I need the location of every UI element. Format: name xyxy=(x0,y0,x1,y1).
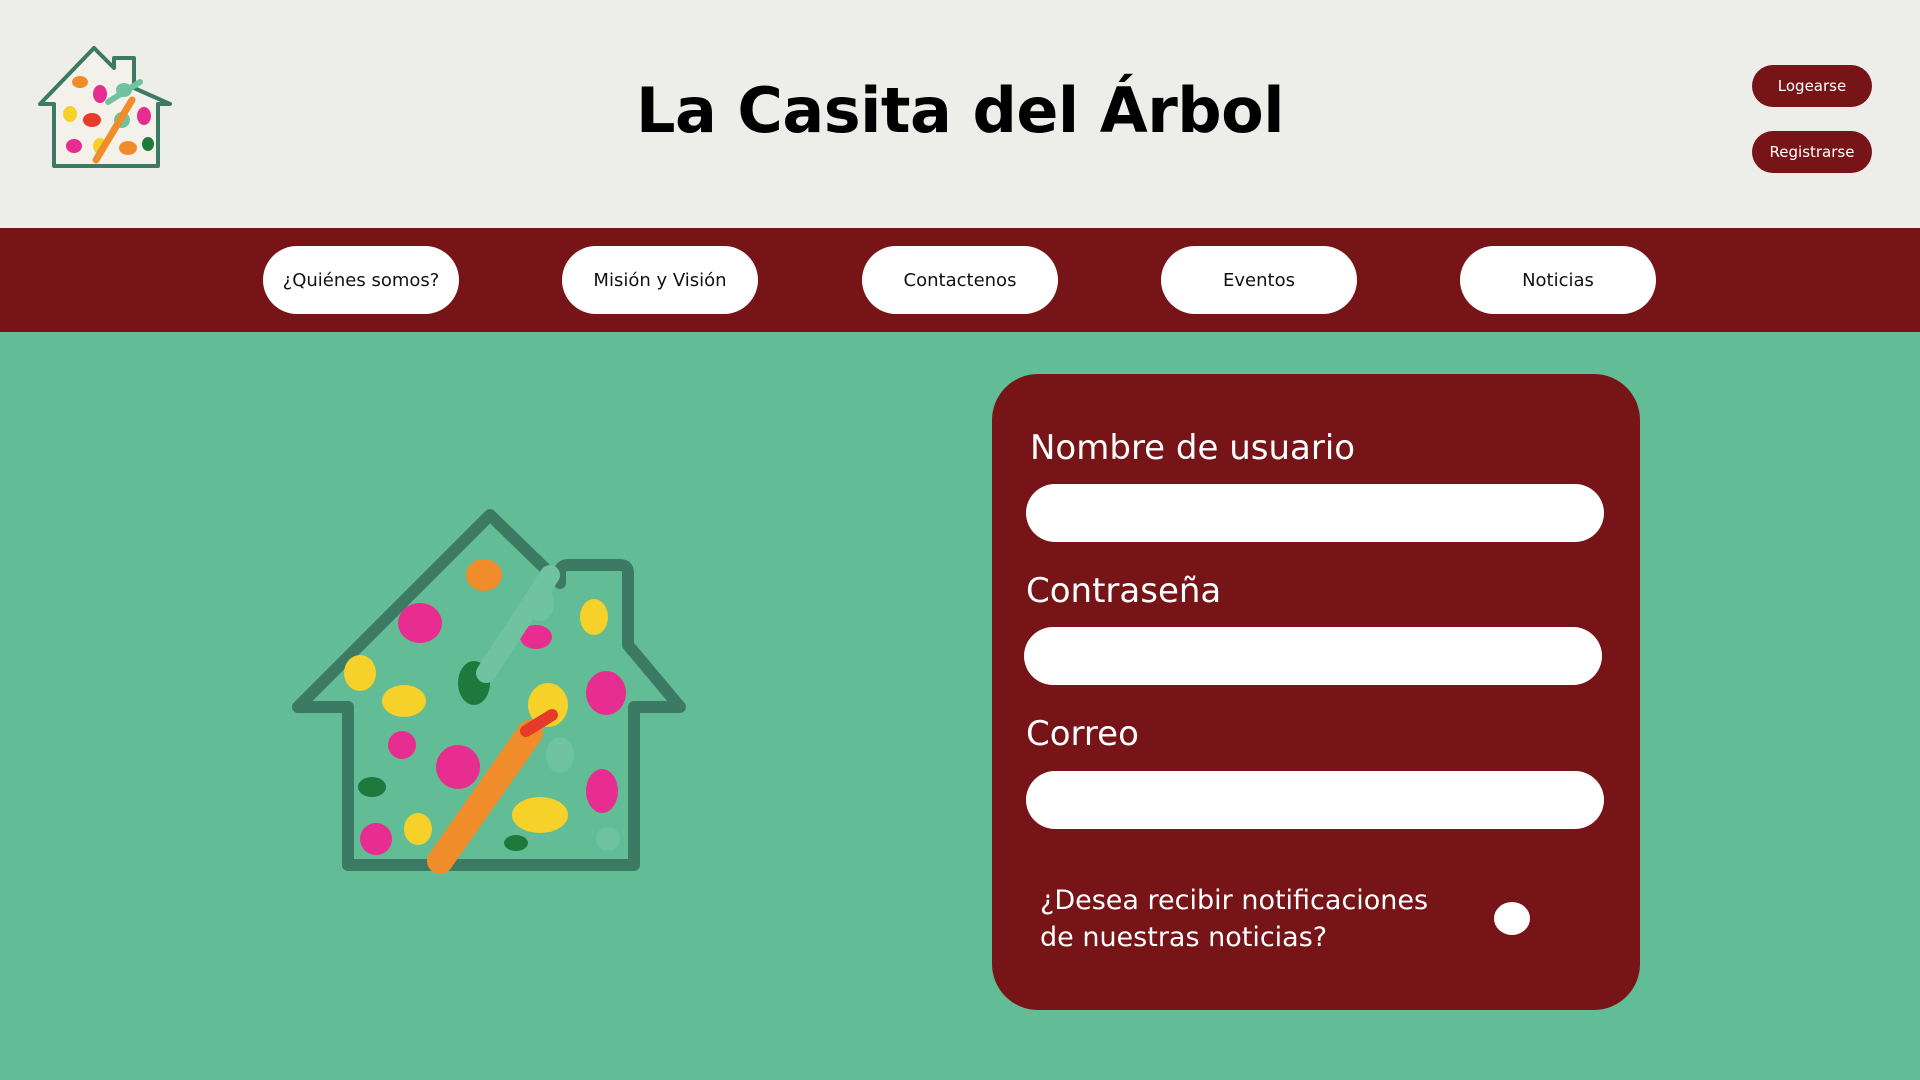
login-button[interactable]: Logearse xyxy=(1752,65,1872,107)
main-nav: ¿Quiénes somos? Misión y Visión Contacte… xyxy=(0,228,1920,332)
nav-item-eventos[interactable]: Eventos xyxy=(1161,246,1357,314)
email-field[interactable] xyxy=(1026,771,1604,829)
register-button[interactable]: Registrarse xyxy=(1752,131,1872,173)
house-hands-illustration-icon xyxy=(292,509,686,874)
notifications-question: ¿Desea recibir notificaciones de nuestra… xyxy=(1040,885,1429,953)
username-label: Nombre de usuario xyxy=(1030,428,1356,468)
site-header: La Casita del Árbol Logearse Registrarse xyxy=(0,0,1920,228)
notifications-toggle[interactable] xyxy=(1494,902,1530,935)
site-title: La Casita del Árbol xyxy=(635,74,1285,147)
email-label: Correo xyxy=(1026,714,1139,754)
password-label: Contraseña xyxy=(1026,571,1222,611)
nav-item-contactenos[interactable]: Contactenos xyxy=(862,246,1058,314)
nav-item-mision-vision[interactable]: Misión y Visión xyxy=(562,246,758,314)
password-field[interactable] xyxy=(1024,627,1602,685)
nav-item-quienes-somos[interactable]: ¿Quiénes somos? xyxy=(263,246,459,314)
username-field[interactable] xyxy=(1026,484,1604,542)
nav-item-noticias[interactable]: Noticias xyxy=(1460,246,1656,314)
registration-form: Nombre de usuario Contraseña Correo ¿Des… xyxy=(992,374,1640,1010)
